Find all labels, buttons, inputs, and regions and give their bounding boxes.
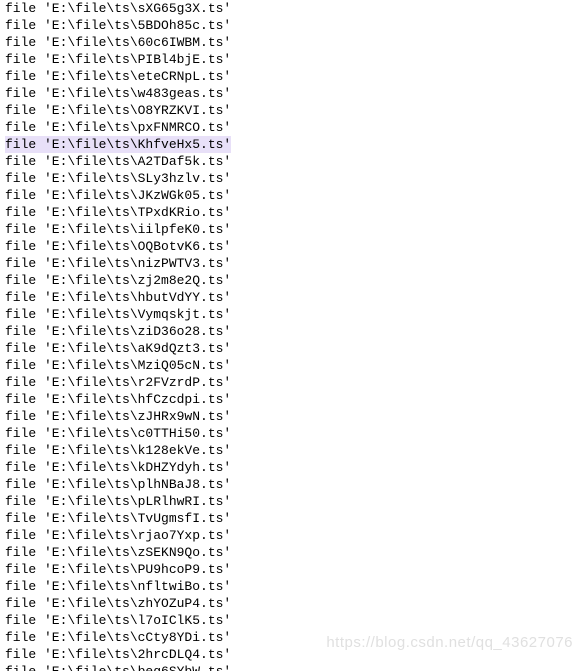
code-line[interactable]: file 'E:\file\ts\cCty8YDi.ts': [5, 629, 583, 646]
code-line[interactable]: file 'E:\file\ts\PU9hcoP9.ts': [5, 561, 583, 578]
code-line[interactable]: file 'E:\file\ts\Vymqskjt.ts': [5, 306, 583, 323]
code-line[interactable]: file 'E:\file\ts\iilpfeK0.ts': [5, 221, 583, 238]
code-line[interactable]: file 'E:\file\ts\r2FVzrdP.ts': [5, 374, 583, 391]
code-line[interactable]: file 'E:\file\ts\sXG65g3X.ts': [5, 0, 583, 17]
code-line[interactable]: file 'E:\file\ts\beg6SYbW.ts': [5, 663, 583, 671]
code-line[interactable]: file 'E:\file\ts\pLRlhwRI.ts': [5, 493, 583, 510]
code-line[interactable]: file 'E:\file\ts\zSEKN9Qo.ts': [5, 544, 583, 561]
code-editor[interactable]: file 'E:\file\ts\sXG65g3X.ts'file 'E:\fi…: [5, 0, 583, 671]
code-line[interactable]: file 'E:\file\ts\OQBotvK6.ts': [5, 238, 583, 255]
code-line[interactable]: file 'E:\file\ts\ziD36o28.ts': [5, 323, 583, 340]
code-line[interactable]: file 'E:\file\ts\KhfveHx5.ts': [5, 136, 231, 153]
code-line[interactable]: file 'E:\file\ts\pxFNMRCO.ts': [5, 119, 583, 136]
code-line[interactable]: file 'E:\file\ts\zhYOZuP4.ts': [5, 595, 583, 612]
code-line[interactable]: file 'E:\file\ts\rjao7Yxp.ts': [5, 527, 583, 544]
code-line[interactable]: file 'E:\file\ts\l7oIClK5.ts': [5, 612, 583, 629]
code-line[interactable]: file 'E:\file\ts\kDHZYdyh.ts': [5, 459, 583, 476]
code-line[interactable]: file 'E:\file\ts\SLy3hzlv.ts': [5, 170, 583, 187]
code-line[interactable]: file 'E:\file\ts\O8YRZKVI.ts': [5, 102, 583, 119]
code-line[interactable]: file 'E:\file\ts\nizPWTV3.ts': [5, 255, 583, 272]
code-line[interactable]: file 'E:\file\ts\2hrcDLQ4.ts': [5, 646, 583, 663]
code-line[interactable]: file 'E:\file\ts\A2TDaf5k.ts': [5, 153, 583, 170]
code-line[interactable]: file 'E:\file\ts\TvUgmsfI.ts': [5, 510, 583, 527]
code-line[interactable]: file 'E:\file\ts\MziQ05cN.ts': [5, 357, 583, 374]
code-line[interactable]: file 'E:\file\ts\zJHRx9wN.ts': [5, 408, 583, 425]
code-line[interactable]: file 'E:\file\ts\JKzWGk05.ts': [5, 187, 583, 204]
code-line[interactable]: file 'E:\file\ts\eteCRNpL.ts': [5, 68, 583, 85]
code-line[interactable]: file 'E:\file\ts\5BDOh85c.ts': [5, 17, 583, 34]
code-line[interactable]: file 'E:\file\ts\k128ekVe.ts': [5, 442, 583, 459]
code-line[interactable]: file 'E:\file\ts\hfCzcdpi.ts': [5, 391, 583, 408]
code-line[interactable]: file 'E:\file\ts\plhNBaJ8.ts': [5, 476, 583, 493]
code-line[interactable]: file 'E:\file\ts\aK9dQzt3.ts': [5, 340, 583, 357]
code-line[interactable]: file 'E:\file\ts\w483geas.ts': [5, 85, 583, 102]
code-line[interactable]: file 'E:\file\ts\c0TTHi50.ts': [5, 425, 583, 442]
code-line[interactable]: file 'E:\file\ts\PIBl4bjE.ts': [5, 51, 583, 68]
code-line[interactable]: file 'E:\file\ts\TPxdKRio.ts': [5, 204, 583, 221]
code-line[interactable]: file 'E:\file\ts\hbutVdYY.ts': [5, 289, 583, 306]
code-line[interactable]: file 'E:\file\ts\zj2m8e2Q.ts': [5, 272, 583, 289]
code-line[interactable]: file 'E:\file\ts\nfltwiBo.ts': [5, 578, 583, 595]
code-line[interactable]: file 'E:\file\ts\60c6IWBM.ts': [5, 34, 583, 51]
